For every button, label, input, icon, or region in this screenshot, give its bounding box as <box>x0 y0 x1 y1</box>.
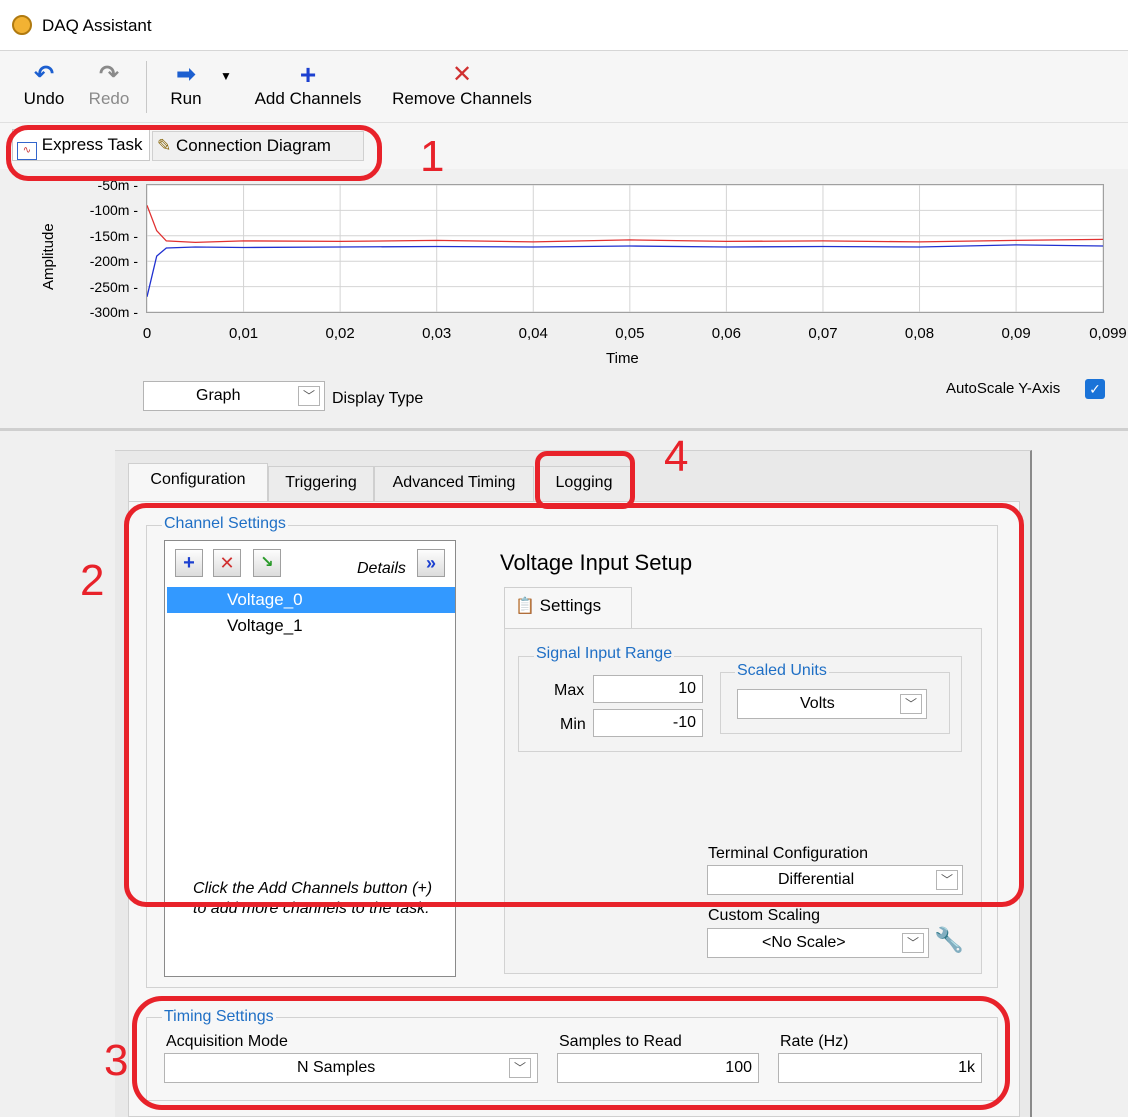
y-tick-label: -250m - <box>89 278 138 295</box>
title-bar: DAQ Assistant <box>0 0 1128 50</box>
redo-label: Redo <box>88 89 130 108</box>
remove-channels-button[interactable]: ✕ Remove Channels <box>384 61 540 117</box>
x-axis-label: Time <box>606 350 639 367</box>
redo-icon: ↷ <box>98 61 120 88</box>
chart-svg <box>146 184 1104 313</box>
run-label: Run <box>170 89 202 108</box>
display-type-value: Graph <box>196 387 241 404</box>
annotation-number-3: 3 <box>104 1036 129 1085</box>
undo-button[interactable]: ↶ Undo <box>18 61 70 117</box>
chevron-down-icon: ﹀ <box>902 933 924 953</box>
y-tick-label: -100m - <box>89 202 138 219</box>
annotation-number-2: 2 <box>80 556 105 605</box>
y-tick-label: -200m - <box>89 253 138 270</box>
y-axis-label: Amplitude <box>40 223 57 290</box>
custom-scaling-label: Custom Scaling <box>708 907 821 924</box>
display-type-select[interactable]: Graph ﹀ <box>143 381 325 411</box>
y-tick-label: -150m - <box>89 227 138 244</box>
x-tick-label: 0 <box>142 325 152 342</box>
annotation-box-2 <box>124 503 1024 907</box>
redo-button[interactable]: ↷ Redo <box>82 61 136 117</box>
x-tick-label: 0,099 <box>1089 325 1127 342</box>
annotation-box-1 <box>6 125 382 181</box>
chevron-down-icon: ﹀ <box>298 386 320 406</box>
annotation-number-4: 4 <box>664 432 689 481</box>
x-tick-label: 0,02 <box>325 325 355 342</box>
window-title: DAQ Assistant <box>42 16 152 35</box>
annotation-number-1: 1 <box>420 132 445 181</box>
annotation-box-4 <box>535 451 635 509</box>
remove-x-icon: ✕ <box>451 61 473 88</box>
add-channels-label: Add Channels <box>254 89 362 108</box>
x-tick-label: 0,08 <box>904 325 935 342</box>
custom-scaling-select[interactable]: <No Scale> ﹀ <box>707 928 929 958</box>
x-tick-label: 0,03 <box>422 325 452 342</box>
x-tick-label: 0,04 <box>518 325 548 342</box>
plus-icon: + <box>299 59 317 90</box>
undo-icon: ↶ <box>33 61 55 88</box>
tab-configuration-label: Configuration <box>150 471 246 488</box>
autoscale-checkbox[interactable]: ✓ <box>1085 379 1105 399</box>
custom-scaling-value: <No Scale> <box>762 934 846 951</box>
autoscale-label: AutoScale Y-Axis <box>946 380 1061 397</box>
y-tick-label: -300m - <box>89 304 138 320</box>
x-tick-label: 0,09 <box>1001 325 1031 342</box>
tab-configuration[interactable]: Configuration <box>128 463 268 503</box>
add-channels-button[interactable]: + Add Channels <box>246 61 370 117</box>
plot-area <box>146 184 1104 313</box>
tab-triggering-label: Triggering <box>285 474 357 491</box>
display-type-label: Display Type <box>332 390 424 407</box>
annotation-box-3 <box>132 996 1010 1110</box>
wrench-icon[interactable]: 🔧 <box>934 926 964 955</box>
tab-triggering[interactable]: Triggering <box>268 466 374 502</box>
series-line-1 <box>146 244 1104 297</box>
run-button[interactable]: ➡ Run <box>162 61 210 117</box>
x-tick-label: 0,05 <box>615 325 645 342</box>
run-arrow-icon: ➡ <box>175 61 197 88</box>
run-dropdown-icon[interactable]: ▼ <box>216 69 236 125</box>
tab-advanced-timing-label: Advanced Timing <box>392 474 516 491</box>
tab-advanced-timing[interactable]: Advanced Timing <box>374 466 534 502</box>
toolbar: ↶ Undo ↷ Redo ➡ Run ▼ + Add Channels ✕ R… <box>0 50 1128 123</box>
x-tick-label: 0,01 <box>228 325 259 342</box>
app-icon <box>12 15 32 35</box>
remove-channels-label: Remove Channels <box>392 89 532 108</box>
x-tick-label: 0,06 <box>711 325 741 342</box>
undo-label: Undo <box>23 89 65 108</box>
x-tick-label: 0,07 <box>808 325 838 342</box>
